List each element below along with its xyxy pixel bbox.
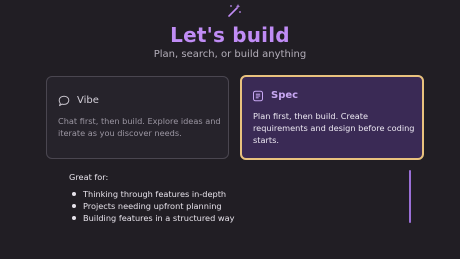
mode-card-spec[interactable]: Spec Plan first, then build. Create requ… [240,75,424,160]
details-list: Thinking through features in-depth Proje… [72,188,234,224]
mode-description-vibe: Chat first, then build. Explore ideas an… [58,116,221,138]
mode-description-spec: Plan first, then build. Create requireme… [253,111,415,145]
details-heading: Great for: [69,172,109,182]
accent-divider [409,170,411,223]
mode-label-vibe: Vibe [77,95,99,106]
bullet-icon [72,192,76,196]
page-title: Let's build [170,23,290,47]
magic-wand-icon [228,4,241,17]
list-item: Building features in a structured way [72,212,234,224]
mode-card-header: Vibe [58,95,99,107]
document-list-icon [253,90,263,102]
list-item: Thinking through features in-depth [72,188,234,200]
chat-bubble-icon [58,95,70,107]
list-item-text: Building features in a structured way [83,213,235,223]
bullet-icon [72,216,76,220]
bullet-icon [72,204,76,208]
mode-card-vibe[interactable]: Vibe Chat first, then build. Explore ide… [46,76,229,159]
mode-label-spec: Spec [271,90,299,101]
list-item: Projects needing upfront planning [72,200,234,212]
page-subtitle: Plan, search, or build anything [153,49,307,60]
list-item-text: Projects needing upfront planning [83,201,222,211]
list-item-text: Thinking through features in-depth [83,189,227,199]
mode-card-header: Spec [252,90,298,102]
